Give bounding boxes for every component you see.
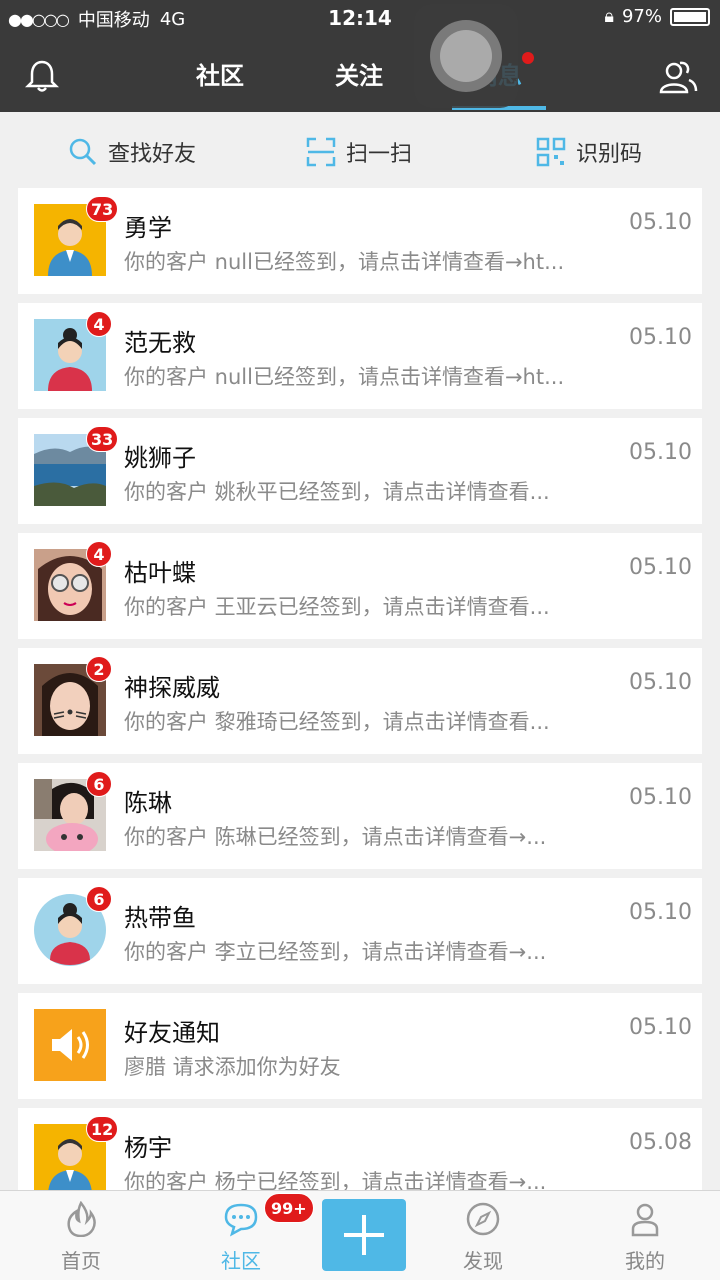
scan-label: 扫一扫 xyxy=(346,142,413,167)
list-item[interactable]: 73 勇学 你的客户 null已经签到，请点击详情查看→ht... 05.10 xyxy=(18,188,702,294)
message-date: 05.10 xyxy=(629,900,692,925)
message-preview: 廖腊 请求添加你为好友 xyxy=(124,1055,341,1079)
assistive-touch-core xyxy=(440,30,492,82)
messages-unread-dot xyxy=(522,52,534,64)
battery-percent: 97% xyxy=(621,6,662,27)
contacts-icon[interactable] xyxy=(658,58,698,96)
find-friends-button[interactable]: 查找好友 xyxy=(68,136,196,168)
person-icon xyxy=(631,1203,659,1237)
contact-name: 枯叶蝶 xyxy=(124,559,196,587)
action-row: 查找好友 扫一扫 识别码 xyxy=(0,112,720,188)
contact-name: 姚狮子 xyxy=(124,444,196,472)
message-date: 05.10 xyxy=(629,785,692,810)
tab-home[interactable]: 首页 xyxy=(26,1200,136,1274)
message-date: 05.08 xyxy=(629,1130,692,1155)
message-date: 05.10 xyxy=(629,1015,692,1040)
tab-following[interactable]: 关注 xyxy=(335,56,383,91)
unread-badge: 73 xyxy=(86,196,119,222)
message-date: 05.10 xyxy=(629,440,692,465)
tab-community[interactable]: 社区 xyxy=(196,56,244,91)
flame-icon xyxy=(67,1200,96,1238)
scan-icon xyxy=(306,137,336,167)
compass-icon xyxy=(466,1202,500,1236)
tab-mine[interactable]: 我的 xyxy=(590,1201,700,1274)
unread-badge: 6 xyxy=(86,771,112,797)
list-item[interactable]: 33 姚狮子 你的客户 姚秋平已经签到，请点击详情查看... 05.10 xyxy=(18,418,702,524)
find-friends-label: 查找好友 xyxy=(108,142,197,167)
contact-name: 陈琳 xyxy=(124,789,172,817)
contact-name: 热带鱼 xyxy=(124,904,196,932)
unread-badge: 6 xyxy=(86,886,112,912)
tab-mine-label: 我的 xyxy=(625,1249,665,1273)
tab-community-label: 社区 xyxy=(221,1249,261,1273)
friend-notification-item[interactable]: 好友通知 廖腊 请求添加你为好友 05.10 xyxy=(18,993,702,1099)
unread-badge: 2 xyxy=(86,656,112,682)
message-preview: 你的客户 null已经签到，请点击详情查看→ht... xyxy=(124,250,565,274)
status-right: 🔒︎ 97% xyxy=(604,6,710,27)
orientation-lock-icon: 🔒︎ xyxy=(604,6,614,27)
list-item[interactable]: 4 枯叶蝶 你的客户 王亚云已经签到，请点击详情查看... 05.10 xyxy=(18,533,702,639)
top-nav: 社区 关注 消息 xyxy=(0,36,720,112)
bottom-tab-bar: 首页 社区 99+ 发现 我的 xyxy=(0,1190,720,1280)
message-date: 05.10 xyxy=(629,325,692,350)
message-preview: 你的客户 王亚云已经签到，请点击详情查看... xyxy=(124,595,550,619)
scan-button[interactable]: 扫一扫 xyxy=(306,136,412,168)
battery-icon xyxy=(670,7,710,26)
contact-name: 神探威威 xyxy=(124,674,220,702)
qr-code-label: 识别码 xyxy=(576,142,643,167)
message-preview: 你的客户 null已经签到，请点击详情查看→ht... xyxy=(124,365,565,389)
message-preview: 你的客户 李立已经签到，请点击详情查看→... xyxy=(124,940,547,964)
search-icon xyxy=(69,138,97,166)
message-preview: 你的客户 姚秋平已经签到，请点击详情查看... xyxy=(124,480,550,504)
list-item[interactable]: 4 范无救 你的客户 null已经签到，请点击详情查看→ht... 05.10 xyxy=(18,303,702,409)
tab-home-label: 首页 xyxy=(61,1249,101,1273)
list-item[interactable]: 2 神探威威 你的客户 黎雅琦已经签到，请点击详情查看... 05.10 xyxy=(18,648,702,754)
list-item[interactable]: 6 热带鱼 你的客户 李立已经签到，请点击详情查看→... 05.10 xyxy=(18,878,702,984)
qr-code-icon xyxy=(536,137,566,167)
chat-bubble-icon xyxy=(224,1203,258,1237)
list-item[interactable]: 6 陈琳 你的客户 陈琳已经签到，请点击详情查看→... 05.10 xyxy=(18,763,702,869)
unread-badge: 33 xyxy=(86,426,119,452)
notification-title: 好友通知 xyxy=(124,1019,220,1047)
contact-name: 范无救 xyxy=(124,329,196,357)
assistive-touch-button[interactable] xyxy=(414,4,518,108)
message-date: 05.10 xyxy=(629,555,692,580)
contact-name: 勇学 xyxy=(124,214,172,242)
unread-badge: 12 xyxy=(86,1116,119,1142)
qr-code-button[interactable]: 识别码 xyxy=(536,136,642,168)
tab-discover-label: 发现 xyxy=(463,1249,503,1273)
message-preview: 你的客户 黎雅琦已经签到，请点击详情查看... xyxy=(124,710,550,734)
message-preview: 你的客户 陈琳已经签到，请点击详情查看→... xyxy=(124,825,547,849)
unread-badge: 4 xyxy=(86,311,112,337)
add-button[interactable] xyxy=(322,1199,406,1271)
message-date: 05.10 xyxy=(629,670,692,695)
status-bar: ●●○○○ 中国移动 4G 12:14 🔒︎ 97% xyxy=(0,0,720,36)
speaker-icon xyxy=(34,1009,106,1081)
message-list: 73 勇学 你的客户 null已经签到，请点击详情查看→ht... 05.10 … xyxy=(18,188,702,1223)
community-unread-badge: 99+ xyxy=(264,1193,314,1223)
tab-discover[interactable]: 发现 xyxy=(428,1201,538,1274)
contact-name: 杨宇 xyxy=(124,1134,172,1162)
bell-icon[interactable] xyxy=(24,58,60,94)
unread-badge: 4 xyxy=(86,541,112,567)
message-date: 05.10 xyxy=(629,210,692,235)
